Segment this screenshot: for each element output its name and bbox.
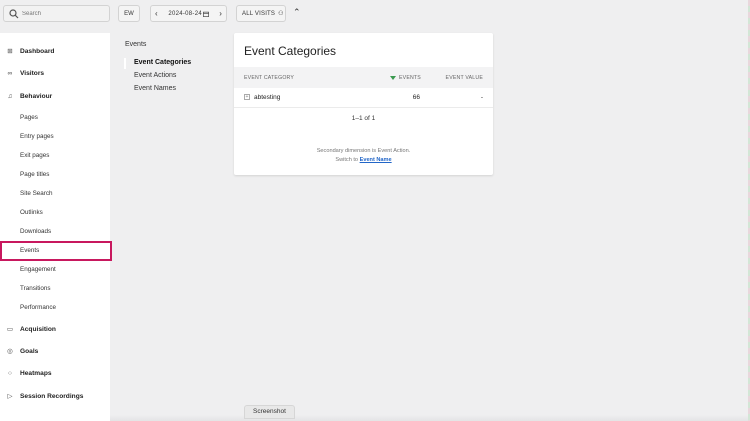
period-selector[interactable]: EW [118,5,140,22]
sidebar-item-session-recordings[interactable]: ▷ Session Recordings [6,392,84,401]
collapse-header-icon[interactable]: ⌃ [293,7,301,18]
report-title: Event Categories [244,44,337,58]
sidebar-item-entry-pages[interactable]: Entry pages [20,133,54,140]
report-card: Event Categories EVENT CATEGORY EVENTS E… [234,33,493,175]
expand-row-icon[interactable]: + [244,94,250,100]
sidebar-item-label: Dashboard [20,47,55,55]
segment-label: ALL VISITS [242,10,276,17]
top-toolbar: EW ‹ 2024-08-24 › ALL VISITS ⚇ ⌃ [0,0,750,30]
row-events: 66 [412,94,420,101]
sidebar-item-pages[interactable]: Pages [20,114,38,121]
pagination-info: 1–1 of 1 [351,115,376,122]
sort-desc-icon [390,75,396,80]
search-input[interactable] [22,10,102,17]
sidebar-item-outlinks[interactable]: Outlinks [20,209,43,216]
screenshot-tab[interactable]: Screenshot [244,405,295,419]
row-category: abtesting [254,94,281,101]
search-icon [9,8,19,18]
date-value: 2024-08-24 [168,10,203,17]
column-header-event-value[interactable]: EVENT VALUE [446,75,483,81]
segment-icon: ⚇ [278,11,284,17]
grid-icon: ⊞ [7,48,13,55]
sidebar-item-page-titles[interactable]: Page titles [20,171,49,178]
subnav-title: Events [125,41,147,48]
date-selector[interactable]: ‹ 2024-08-24 › [150,5,227,22]
sidebar-item-site-search[interactable]: Site Search [20,190,53,197]
previous-period-icon[interactable]: ‹ [155,9,158,18]
sidebar-item-exit-pages[interactable]: Exit pages [20,152,49,159]
sidebar-item-label: Goals [20,347,39,355]
sidebar-item-label: Session Recordings [20,392,84,400]
next-period-icon[interactable]: › [219,9,222,18]
note-line-1: Secondary dimension is Event Action. [316,148,411,154]
circle-icon: ○ [8,370,12,377]
sidebar-item-engagement[interactable]: Engagement [20,266,56,273]
glasses-icon: ∞ [7,70,13,77]
subnav-item-event-names[interactable]: Event Names [134,85,176,92]
secondary-dimension-note: Secondary dimension is Event Action. Swi… [234,147,493,164]
row-event-value: - [480,94,483,101]
sidebar-item-dashboard[interactable]: ⊞ Dashboard [6,47,55,56]
play-icon: ▷ [7,393,13,400]
search-box[interactable] [3,5,110,22]
sidebar-item-label: Visitors [20,70,45,77]
box-icon: ▭ [6,326,14,333]
sidebar-item-label: Behaviour [20,93,53,100]
subnav-item-event-actions[interactable]: Event Actions [134,72,176,79]
column-header-events[interactable]: EVENTS [390,75,421,81]
sidebar-item-goals[interactable]: ◎ Goals [6,347,39,356]
sidebar-item-behaviour[interactable]: ♫ Behaviour [6,93,53,100]
period-label: EW [124,10,134,17]
sidebar-item-downloads[interactable]: Downloads [20,228,51,235]
subnav-item-event-categories[interactable]: Event Categories [134,59,191,66]
bottom-shadow [110,415,750,421]
subnav-active-indicator [124,58,126,69]
table-header: EVENT CATEGORY EVENTS EVENT VALUE [234,67,493,88]
calendar-icon [202,11,209,17]
target-icon: ◎ [7,348,13,355]
sidebar-item-transitions[interactable]: Transitions [20,285,51,292]
sidebar-item-performance[interactable]: Performance [20,304,56,311]
sidebar-item-label: Heatmaps [20,370,52,377]
switch-to-text: Switch to [335,156,359,163]
sidebar-item-acquisition[interactable]: ▭ Acquisition [6,325,56,334]
column-header-events-label: EVENTS [399,75,421,81]
sidebar-item-label: Acquisition [20,325,56,333]
sidebar-item-visitors[interactable]: ∞ Visitors [6,70,44,77]
table-row[interactable]: + abtesting 66 - [234,88,493,108]
bell-icon: ♫ [7,93,13,100]
column-header-event-category[interactable]: EVENT CATEGORY [244,75,294,81]
switch-to-event-name-link[interactable]: Event Name [360,157,392,163]
note-line-2: Switch to Event Name [234,156,493,165]
sidebar [0,33,110,421]
active-item-highlight [0,241,112,261]
sidebar-item-heatmaps[interactable]: ○ Heatmaps [6,370,52,377]
segment-selector[interactable]: ALL VISITS ⚇ [236,5,286,22]
